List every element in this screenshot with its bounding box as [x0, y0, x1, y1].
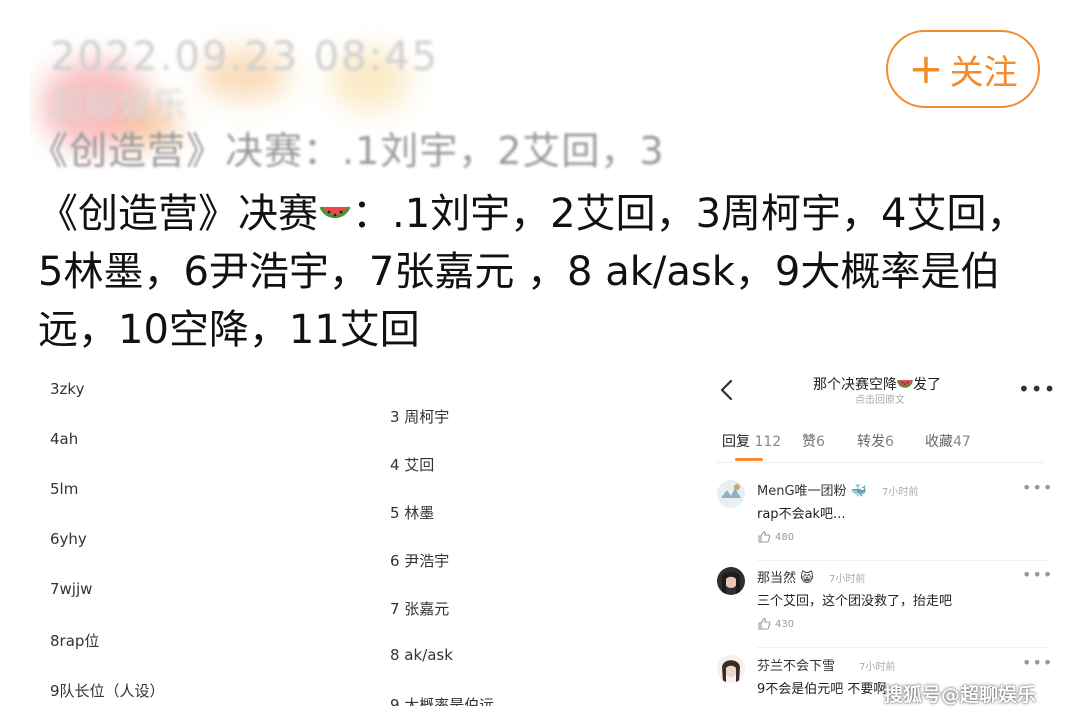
- comment-text: 三个艾回，这个团没救了，抬走吧: [757, 594, 953, 609]
- more-icon[interactable]: •••: [1018, 379, 1055, 399]
- comment-author-name: 那当然: [757, 571, 797, 586]
- list-item: 7wjjw: [50, 580, 93, 598]
- list-item: 5lm: [50, 480, 79, 498]
- comment-text: rap不会ak吧...: [757, 507, 846, 522]
- comment-author[interactable]: MenG唯一团粉 🐳: [757, 480, 867, 499]
- like-count: 430: [775, 618, 795, 630]
- blurred-post-preview: 《创造营》决赛：.1刘宇，2艾回，3: [30, 129, 665, 170]
- list-item: 8rap位: [50, 632, 100, 650]
- list-item: 4 艾回: [390, 456, 435, 474]
- back-arrow-icon[interactable]: [717, 377, 737, 403]
- list-item: 6 尹浩宇: [390, 552, 450, 570]
- like-button[interactable]: 430: [757, 617, 794, 631]
- list-item: 8 ak/ask: [390, 646, 453, 664]
- watermelon-icon: [319, 206, 351, 219]
- thumbs-up-icon: [758, 617, 771, 630]
- comment-time: 7小时前: [882, 487, 919, 498]
- user-badge-icon: 🐳: [850, 484, 867, 499]
- plus-icon: +: [908, 44, 944, 93]
- list-item: 7 张嘉元: [390, 600, 450, 618]
- like-count: 480: [775, 531, 795, 543]
- like-button[interactable]: 480: [757, 530, 794, 544]
- avatar[interactable]: [717, 567, 745, 595]
- comment-author[interactable]: 那当然 😸: [757, 567, 814, 586]
- tab-label: 转发: [857, 434, 885, 450]
- list-item: 9队长位（人设）: [50, 682, 165, 700]
- divider: [757, 647, 1047, 648]
- post-text-part1: 《创造营》决赛: [38, 191, 318, 237]
- tab-count: 47: [953, 434, 971, 450]
- comment-author[interactable]: 芬兰不会下雪: [757, 655, 835, 674]
- comment-more-icon[interactable]: •••: [1022, 478, 1053, 497]
- avatar[interactable]: [717, 655, 745, 683]
- active-tab-indicator: [735, 458, 763, 461]
- tab-count: 6: [816, 434, 825, 450]
- blurred-header: 2022.09.23 08:45 超聊娱乐 《创造营》决赛：.1刘宇，2艾回，3: [30, 20, 680, 170]
- tab-likes[interactable]: 赞6: [802, 431, 825, 451]
- comment-time: 7小时前: [829, 574, 866, 585]
- divider: [757, 560, 1047, 561]
- follow-button[interactable]: + 关注: [886, 30, 1040, 108]
- tab-label: 赞: [802, 434, 816, 450]
- avatar[interactable]: [717, 480, 745, 508]
- list-item: 3zky: [50, 380, 85, 398]
- list-item: 3 周柯宇: [390, 408, 450, 426]
- divider: [715, 462, 1045, 463]
- list-item: 5 林墨: [390, 504, 435, 522]
- post-text: 《创造营》决赛 ：.1刘宇，2艾回，3周柯宇，4艾回，5林墨，6尹浩宇，7张嘉元…: [38, 185, 1048, 359]
- comment-author-name: MenG唯一团粉: [757, 484, 847, 499]
- thumbs-up-icon: [758, 530, 771, 543]
- tab-label: 收藏: [925, 434, 953, 450]
- tab-reposts[interactable]: 转发6: [857, 431, 894, 451]
- watermelon-icon: [897, 379, 913, 388]
- tab-label: 回复: [722, 434, 750, 450]
- list-item: 6yhy: [50, 530, 87, 548]
- comment-more-icon[interactable]: •••: [1022, 653, 1053, 672]
- watermark: 搜狐号@超聊娱乐: [884, 684, 1037, 706]
- tab-replies[interactable]: 回复 112: [722, 431, 781, 451]
- comment-time: 7小时前: [859, 662, 896, 673]
- blurred-timestamp: 2022.09.23 08:45: [50, 34, 440, 80]
- tab-count: 6: [885, 434, 894, 450]
- list-item: 9 大概率是伯远: [390, 696, 495, 706]
- phone-screenshot: 那个决赛空降 发了 点击回原文 ••• 回复 112 赞6 转发6 收藏47 M…: [705, 362, 1055, 719]
- list-item: 4ah: [50, 430, 79, 448]
- phone-subtitle[interactable]: 点击回原文: [855, 391, 905, 406]
- comment-more-icon[interactable]: •••: [1022, 565, 1053, 584]
- user-badge-icon: 😸: [800, 571, 814, 586]
- follow-button-label: 关注: [949, 52, 1018, 93]
- tab-favorites[interactable]: 收藏47: [925, 431, 971, 451]
- comment-author-name: 芬兰不会下雪: [757, 659, 836, 674]
- comment-text: 9不会是伯元吧 不要啊: [757, 682, 887, 697]
- phone-title-suffix: 发了: [913, 377, 941, 393]
- tab-count: 112: [754, 434, 782, 450]
